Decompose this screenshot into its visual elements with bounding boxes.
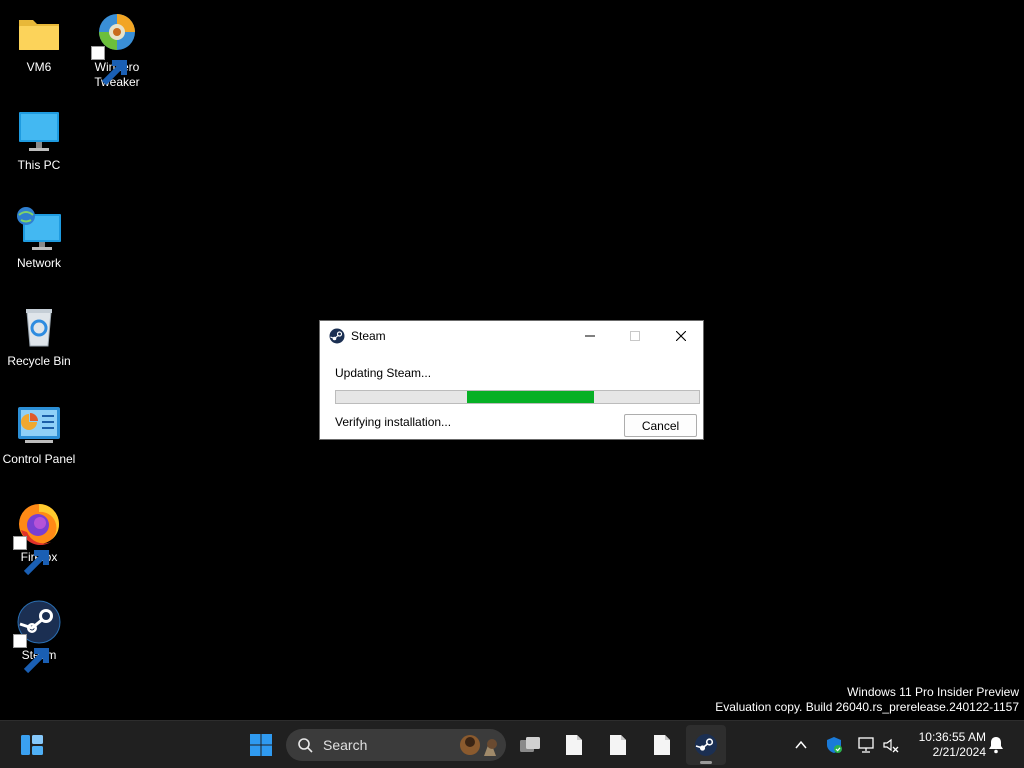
steam-icon: [329, 328, 345, 343]
desktop-icon-recycle-bin[interactable]: Recycle Bin: [0, 304, 78, 369]
document-icon: [566, 735, 582, 755]
clock[interactable]: 10:36:55 AM 2/21/2024: [908, 730, 986, 760]
task-view-button[interactable]: [510, 725, 550, 765]
watermark-line-edition: Windows 11 Pro Insider Preview: [847, 685, 1019, 699]
desktop-icon-this-pc[interactable]: This PC: [0, 108, 78, 173]
volume-muted-icon: [883, 738, 899, 753]
desktop-icon-network[interactable]: Network: [0, 206, 78, 271]
this-pc-icon: [15, 108, 63, 156]
clock-time: 10:36:55 AM: [918, 730, 986, 744]
update-status-text: Updating Steam...: [335, 366, 432, 380]
update-detail-text: Verifying installation...: [335, 415, 452, 429]
network-tray-icon[interactable]: [854, 733, 878, 757]
taskbar: Search 10:36:55 AM 2/21/2024: [0, 720, 1024, 768]
desktop-icon-label: VM6: [26, 60, 52, 74]
watermark-line-build: Evaluation copy. Build 26040.rs_prerelea…: [715, 700, 1019, 714]
dialog-body: Updating Steam... Verifying installation…: [320, 350, 703, 440]
chevron-up-icon: [795, 740, 807, 749]
build-watermark: Windows 11 Pro Insider Preview Evaluatio…: [715, 685, 1019, 715]
notifications-button[interactable]: [984, 733, 1008, 757]
control-panel-icon: [15, 402, 63, 450]
minimize-button[interactable]: [567, 321, 613, 350]
windows-logo-icon: [250, 734, 272, 756]
folder-icon: [15, 10, 63, 58]
steam-icon: [695, 734, 717, 756]
network-icon: [15, 206, 63, 254]
widgets-icon: [21, 735, 43, 755]
search-placeholder: Search: [323, 737, 368, 753]
close-icon: [676, 330, 686, 341]
update-progress-bar: [335, 390, 700, 404]
desktop-icon-control-panel[interactable]: Control Panel: [0, 402, 78, 467]
close-button[interactable]: [658, 321, 704, 350]
steam-icon: [13, 598, 63, 674]
desktop-icon-label: This PC: [17, 158, 61, 172]
steam-update-dialog: Steam Updating Steam... Verifying instal…: [319, 320, 704, 440]
document-icon: [654, 735, 670, 755]
desktop-icon-winaero-tweaker[interactable]: Winaero Tweaker: [78, 10, 156, 90]
maximize-button: [612, 321, 658, 350]
widgets-button[interactable]: [12, 725, 52, 765]
firefox-icon: [13, 500, 63, 576]
taskbar-app-document-3[interactable]: [642, 725, 682, 765]
windows-security-tray-icon[interactable]: [822, 733, 846, 757]
dialog-titlebar[interactable]: Steam: [320, 321, 703, 350]
task-view-icon: [520, 737, 540, 752]
desktop-icon-label: Recycle Bin: [7, 354, 71, 368]
shortcut-arrow-icon: [13, 634, 49, 674]
volume-tray-icon[interactable]: [879, 733, 903, 757]
desktop-icon-label: Network: [16, 256, 61, 270]
winaero-tweaker-icon: [91, 10, 141, 86]
maximize-icon: [630, 330, 640, 341]
recycle-bin-icon: [15, 304, 63, 352]
desktop-icon-label: Control Panel: [2, 452, 76, 466]
progress-bar-fill: [466, 391, 594, 403]
desktop-icon-vm6[interactable]: VM6: [0, 10, 78, 75]
desktop-icon-firefox[interactable]: Firefox: [0, 500, 78, 576]
shortcut-arrow-icon: [13, 536, 49, 576]
ethernet-icon: [858, 737, 874, 753]
desktop-icon-steam[interactable]: Steam: [0, 598, 78, 674]
show-hidden-icons-button[interactable]: [789, 733, 813, 757]
bell-icon: [989, 737, 1003, 754]
start-button[interactable]: [241, 725, 281, 765]
clock-date: 2/21/2024: [932, 745, 986, 759]
document-icon: [610, 735, 626, 755]
search-icon: [298, 738, 313, 753]
minimize-icon: [585, 335, 595, 336]
shield-check-icon: [827, 737, 842, 753]
taskbar-app-steam[interactable]: [686, 725, 726, 765]
cancel-button[interactable]: Cancel: [624, 414, 697, 437]
taskbar-app-document-2[interactable]: [598, 725, 638, 765]
search-box[interactable]: Search: [286, 729, 506, 761]
desktop: VM6 Winaero Tweaker This PC Network Recy…: [0, 0, 1024, 720]
dialog-title: Steam: [351, 328, 386, 343]
taskbar-app-document-1[interactable]: [554, 725, 594, 765]
shortcut-arrow-icon: [91, 46, 127, 86]
search-highlight-icon: [460, 735, 497, 756]
